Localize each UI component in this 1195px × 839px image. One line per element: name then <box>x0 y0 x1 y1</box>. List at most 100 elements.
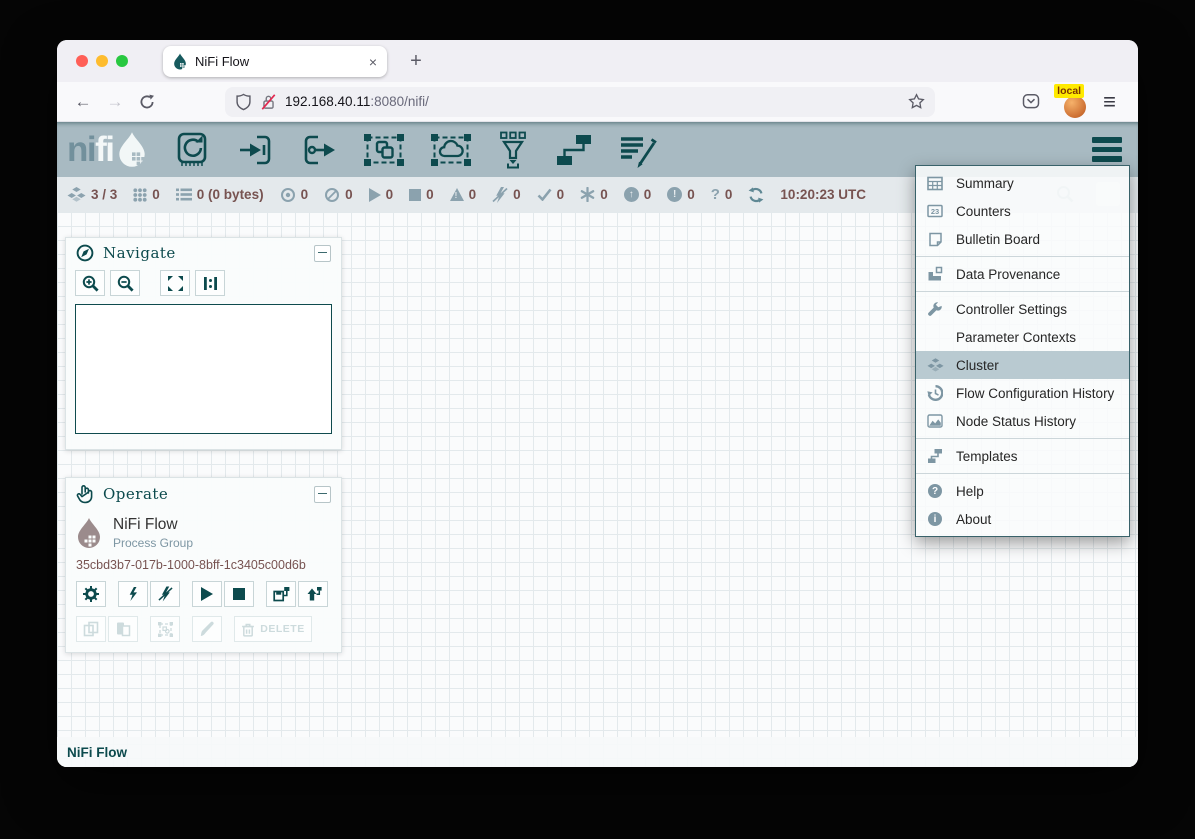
menu-separator <box>916 256 1129 257</box>
disable-button[interactable] <box>150 581 180 607</box>
status-invalid: ! 0 <box>450 187 477 202</box>
templates-icon <box>926 448 944 464</box>
disabled-bolt-slash-icon <box>492 187 508 203</box>
status-value: 0 <box>386 187 394 202</box>
breadcrumb[interactable]: NiFi Flow <box>57 737 1138 767</box>
drag-label-icon[interactable] <box>619 131 659 169</box>
status-up-to-date: 0 <box>537 187 565 202</box>
refresh-icon[interactable] <box>748 187 764 203</box>
summary-icon <box>926 176 944 191</box>
url-path: :8080/nifi/ <box>370 94 429 109</box>
drag-processor-icon[interactable] <box>172 132 212 168</box>
titlebar: NiFi Flow × + <box>57 40 1138 82</box>
transmitting-icon <box>280 187 296 203</box>
status-not-transmitting: 0 <box>324 187 353 203</box>
firefox-menu-icon[interactable]: ≡ <box>1103 89 1116 115</box>
menu-item-about[interactable]: i About <box>916 505 1129 533</box>
zoom-actual-size-button[interactable] <box>195 270 225 296</box>
menu-separator <box>916 473 1129 474</box>
area-chart-icon <box>926 414 944 428</box>
drag-funnel-icon[interactable] <box>497 131 529 169</box>
menu-item-summary[interactable]: Summary <box>916 169 1129 197</box>
nifi-app: nifi <box>57 122 1138 767</box>
drag-process-group-icon[interactable] <box>363 133 405 167</box>
status-value: 0 <box>469 187 477 202</box>
zoom-out-button[interactable] <box>110 270 140 296</box>
browser-window: NiFi Flow × + ← → 192.168.40.11:8080/nif… <box>57 40 1138 767</box>
hand-pointer-icon <box>76 484 94 504</box>
status-value: 0 <box>557 187 565 202</box>
paste-button <box>108 616 138 642</box>
logo-text-ni: ni <box>67 130 95 169</box>
zoom-window-button[interactable] <box>116 55 128 67</box>
breadcrumb-root[interactable]: NiFi Flow <box>67 745 127 760</box>
status-clustered-nodes: 3 / 3 <box>67 187 117 202</box>
stop-button[interactable] <box>224 581 254 607</box>
bookmark-star-icon[interactable] <box>908 93 925 110</box>
collapse-navigate-button[interactable] <box>314 245 331 262</box>
menu-item-cluster[interactable]: Cluster <box>916 351 1129 379</box>
new-tab-button[interactable]: + <box>399 44 433 78</box>
status-running: 0 <box>369 187 394 202</box>
upload-template-button[interactable] <box>298 581 328 607</box>
menu-item-data-provenance[interactable]: Data Provenance <box>916 260 1129 288</box>
birdseye-minimap[interactable] <box>75 304 332 434</box>
status-stopped: 0 <box>409 187 434 202</box>
url-host: 192.168.40.11 <box>285 94 370 109</box>
zoom-fit-button[interactable] <box>160 270 190 296</box>
enable-button[interactable] <box>118 581 148 607</box>
status-value: 3 / 3 <box>91 187 117 202</box>
navigate-panel-title: Navigate <box>103 244 305 262</box>
menu-item-parameter-contexts[interactable]: Parameter Contexts <box>916 323 1129 351</box>
configure-button[interactable] <box>76 581 106 607</box>
not-transmitting-icon <box>324 187 340 203</box>
menu-separator <box>916 291 1129 292</box>
forward-button: → <box>99 87 131 117</box>
tab-close-icon[interactable]: × <box>369 54 377 70</box>
create-template-button[interactable] <box>266 581 296 607</box>
close-window-button[interactable] <box>76 55 88 67</box>
start-button[interactable] <box>192 581 222 607</box>
drag-input-port-icon[interactable] <box>237 133 275 167</box>
group-selection-button <box>150 616 180 642</box>
pocket-icon[interactable] <box>1015 87 1047 117</box>
url-bar[interactable]: 192.168.40.11:8080/nifi/ <box>225 87 935 117</box>
insecure-lock-icon[interactable] <box>260 93 277 111</box>
reload-button[interactable] <box>131 87 163 117</box>
collapse-operate-button[interactable] <box>314 486 331 503</box>
zoom-in-button[interactable] <box>75 270 105 296</box>
menu-item-flow-configuration-history[interactable]: Flow Configuration History <box>916 379 1129 407</box>
status-stale: ↑ 0 <box>624 187 652 202</box>
shield-icon[interactable] <box>235 93 252 111</box>
menu-item-templates[interactable]: Templates <box>916 442 1129 470</box>
status-disabled: 0 <box>492 187 521 203</box>
status-value: 0 <box>687 187 695 202</box>
browser-tab[interactable]: NiFi Flow × <box>163 46 387 77</box>
menu-item-help[interactable]: ? Help <box>916 477 1129 505</box>
back-button[interactable]: ← <box>67 87 99 117</box>
profile-avatar[interactable]: local <box>1061 86 1089 118</box>
drag-output-port-icon[interactable] <box>300 133 338 167</box>
menu-item-controller-settings[interactable]: Controller Settings <box>916 295 1129 323</box>
minimize-window-button[interactable] <box>96 55 108 67</box>
process-group-drop-icon <box>76 517 102 549</box>
queued-list-icon <box>176 188 192 201</box>
url-text[interactable]: 192.168.40.11:8080/nifi/ <box>285 94 429 109</box>
menu-item-bulletin-board[interactable]: Bulletin Board <box>916 225 1129 253</box>
menu-item-node-status-history[interactable]: Node Status History <box>916 407 1129 435</box>
question-icon: ? <box>711 186 720 203</box>
status-value: 0 <box>644 187 652 202</box>
svg-text:23: 23 <box>931 207 939 216</box>
asterisk-icon <box>580 187 595 202</box>
drag-template-icon[interactable] <box>554 133 594 167</box>
status-locally-modified: 0 <box>580 187 608 202</box>
menu-item-counters[interactable]: 23 Counters <box>916 197 1129 225</box>
status-value: 0 <box>301 187 309 202</box>
drag-remote-process-group-icon[interactable] <box>430 133 472 167</box>
change-color-brush-button <box>192 616 222 642</box>
status-value: 0 <box>725 187 733 202</box>
nifi-global-menu-button[interactable] <box>1092 137 1122 162</box>
selected-component: NiFi Flow Process Group <box>66 508 341 550</box>
copy-button <box>76 616 106 642</box>
counters-icon: 23 <box>926 204 944 218</box>
